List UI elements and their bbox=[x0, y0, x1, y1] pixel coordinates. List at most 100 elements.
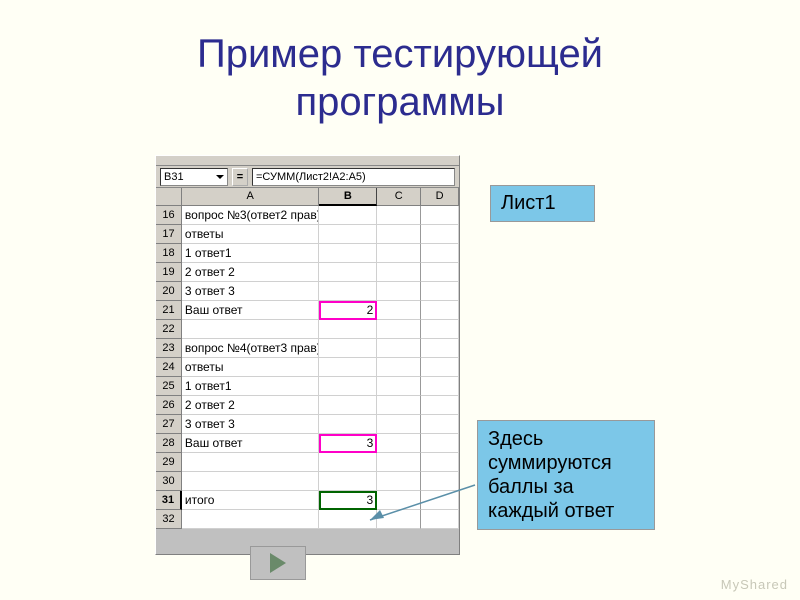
callout-list1: Лист1 bbox=[490, 185, 595, 222]
cell[interactable] bbox=[421, 301, 459, 320]
cell[interactable] bbox=[319, 225, 377, 244]
row-header[interactable]: 22 bbox=[156, 320, 182, 339]
cell[interactable]: 2 bbox=[319, 301, 377, 320]
next-slide-button[interactable] bbox=[250, 546, 306, 580]
cell[interactable]: ответы bbox=[182, 358, 320, 377]
cell[interactable] bbox=[377, 339, 421, 358]
cell[interactable] bbox=[377, 510, 421, 529]
formula-bar: B31 = =СУММ(Лист2!A2:A5) bbox=[156, 166, 459, 188]
row-header[interactable]: 26 bbox=[156, 396, 182, 415]
table-row: 28Ваш ответ3 bbox=[156, 434, 459, 453]
cell[interactable] bbox=[182, 453, 320, 472]
row-header[interactable]: 21 bbox=[156, 301, 182, 320]
cell[interactable] bbox=[319, 396, 377, 415]
cell[interactable] bbox=[421, 415, 459, 434]
cell[interactable] bbox=[377, 377, 421, 396]
cell[interactable] bbox=[319, 358, 377, 377]
cell[interactable] bbox=[319, 282, 377, 301]
chevron-down-icon[interactable] bbox=[216, 175, 224, 179]
cell[interactable]: вопрос №3(ответ2 прав) bbox=[182, 206, 320, 225]
cell[interactable] bbox=[421, 358, 459, 377]
cell[interactable] bbox=[421, 472, 459, 491]
cell[interactable]: 1 ответ1 bbox=[182, 244, 320, 263]
col-header-C[interactable]: C bbox=[377, 188, 421, 206]
cell[interactable] bbox=[377, 282, 421, 301]
table-row: 32 bbox=[156, 510, 459, 529]
col-header-B[interactable]: B bbox=[319, 188, 377, 206]
cell[interactable] bbox=[421, 491, 459, 510]
name-box[interactable]: B31 bbox=[160, 168, 228, 186]
cell[interactable] bbox=[182, 510, 320, 529]
cell[interactable] bbox=[319, 472, 377, 491]
equals-button[interactable]: = bbox=[232, 168, 248, 186]
cell[interactable] bbox=[421, 510, 459, 529]
cell[interactable]: 3 ответ 3 bbox=[182, 415, 320, 434]
row-header[interactable]: 17 bbox=[156, 225, 182, 244]
cell[interactable] bbox=[377, 453, 421, 472]
cell[interactable] bbox=[377, 472, 421, 491]
cell[interactable]: 1 ответ1 bbox=[182, 377, 320, 396]
cell[interactable]: 3 bbox=[319, 491, 377, 510]
cell[interactable] bbox=[377, 301, 421, 320]
cell[interactable]: 3 bbox=[319, 434, 377, 453]
cell[interactable] bbox=[421, 263, 459, 282]
cell[interactable] bbox=[421, 377, 459, 396]
col-header-D[interactable]: D bbox=[421, 188, 459, 206]
cell[interactable] bbox=[319, 263, 377, 282]
row-header[interactable]: 30 bbox=[156, 472, 182, 491]
cell[interactable] bbox=[377, 263, 421, 282]
cell[interactable]: итого bbox=[182, 491, 320, 510]
cell[interactable] bbox=[421, 206, 459, 225]
cell[interactable] bbox=[377, 225, 421, 244]
row-header[interactable]: 29 bbox=[156, 453, 182, 472]
cell[interactable]: ответы bbox=[182, 225, 320, 244]
cell[interactable] bbox=[319, 510, 377, 529]
cell[interactable]: Ваш ответ bbox=[182, 301, 320, 320]
cell[interactable] bbox=[319, 320, 377, 339]
cell[interactable] bbox=[377, 244, 421, 263]
cell[interactable] bbox=[182, 472, 320, 491]
row-header[interactable]: 20 bbox=[156, 282, 182, 301]
row-header[interactable]: 16 bbox=[156, 206, 182, 225]
cell[interactable] bbox=[377, 358, 421, 377]
cell[interactable] bbox=[421, 282, 459, 301]
cell[interactable] bbox=[377, 396, 421, 415]
row-header[interactable]: 32 bbox=[156, 510, 182, 529]
cell[interactable]: 2 ответ 2 bbox=[182, 396, 320, 415]
cell[interactable] bbox=[319, 415, 377, 434]
row-header[interactable]: 18 bbox=[156, 244, 182, 263]
formula-input[interactable]: =СУММ(Лист2!A2:A5) bbox=[252, 168, 455, 186]
cell[interactable]: 2 ответ 2 bbox=[182, 263, 320, 282]
row-header[interactable]: 19 bbox=[156, 263, 182, 282]
cell[interactable]: Ваш ответ bbox=[182, 434, 320, 453]
cell[interactable] bbox=[319, 377, 377, 396]
cell[interactable] bbox=[377, 434, 421, 453]
cell[interactable] bbox=[421, 320, 459, 339]
cell[interactable] bbox=[319, 453, 377, 472]
cell[interactable] bbox=[421, 339, 459, 358]
cell[interactable] bbox=[319, 339, 377, 358]
cell[interactable] bbox=[319, 244, 377, 263]
row-header[interactable]: 31 bbox=[156, 491, 182, 510]
cell[interactable]: вопрос №4(ответ3 прав) bbox=[182, 339, 320, 358]
cell[interactable] bbox=[377, 320, 421, 339]
cell[interactable] bbox=[421, 244, 459, 263]
cell[interactable] bbox=[377, 415, 421, 434]
cell[interactable] bbox=[421, 396, 459, 415]
row-header[interactable]: 25 bbox=[156, 377, 182, 396]
cell[interactable] bbox=[421, 453, 459, 472]
table-row: 29 bbox=[156, 453, 459, 472]
cell[interactable] bbox=[421, 434, 459, 453]
col-header-A[interactable]: A bbox=[182, 188, 320, 206]
cell[interactable] bbox=[421, 225, 459, 244]
cell[interactable]: 3 ответ 3 bbox=[182, 282, 320, 301]
row-header[interactable]: 23 bbox=[156, 339, 182, 358]
row-header[interactable]: 24 bbox=[156, 358, 182, 377]
select-all-corner[interactable] bbox=[156, 188, 182, 206]
row-header[interactable]: 28 bbox=[156, 434, 182, 453]
cell[interactable] bbox=[182, 320, 320, 339]
cell[interactable] bbox=[319, 206, 377, 225]
cell[interactable] bbox=[377, 491, 421, 510]
cell[interactable] bbox=[377, 206, 421, 225]
row-header[interactable]: 27 bbox=[156, 415, 182, 434]
